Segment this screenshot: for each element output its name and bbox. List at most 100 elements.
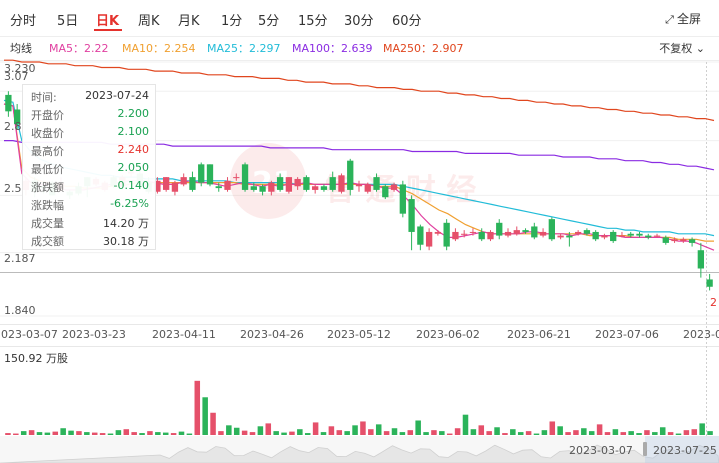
volume-bar — [107, 433, 114, 435]
candle — [706, 273, 713, 291]
tab-9[interactable]: 60分 — [392, 10, 422, 29]
volume-bar — [44, 432, 51, 435]
fullscreen-button[interactable]: ⤢ 全屏 — [665, 10, 701, 27]
tooltip-row: 成交量 14.20 万 — [31, 215, 149, 233]
volume-bar — [667, 432, 674, 435]
expand-icon: ⤢ — [665, 13, 674, 26]
candle — [610, 230, 617, 243]
volume-bar — [226, 425, 232, 435]
tooltip-value: 2023-07-24 — [85, 89, 149, 102]
volume-bar — [596, 424, 603, 435]
tab-7[interactable]: 15分 — [298, 10, 328, 29]
tab-0[interactable]: 分时 — [10, 10, 36, 29]
volume-bar — [13, 433, 19, 435]
candle — [382, 184, 389, 200]
tooltip-row: 涨跌额 -0.140 — [31, 179, 149, 197]
tooltip-key: 涨跌幅 — [31, 199, 64, 212]
tab-6[interactable]: 5分 — [258, 10, 279, 29]
price-tick-label: 2.8 — [4, 120, 22, 133]
volume-bar — [486, 431, 492, 435]
volume-bar — [691, 429, 698, 435]
volume-bar — [76, 431, 82, 435]
tooltip-row: 最低价 2.050 — [31, 161, 149, 179]
tab-1[interactable]: 5日 — [57, 10, 78, 29]
ma-legend-title: 均线 — [10, 42, 32, 55]
date-tick-label: 2023-05-12 — [327, 328, 391, 341]
tab-8[interactable]: 30分 — [344, 10, 374, 29]
volume-bar — [257, 426, 264, 435]
volume-bar — [52, 431, 59, 435]
volume-bar — [91, 432, 98, 435]
volume-bar — [675, 433, 682, 435]
volume-bar — [147, 431, 153, 435]
tooltip-row: 成交额 30.18 万 — [31, 233, 149, 251]
volume-bar — [699, 423, 705, 435]
adjust-dropdown[interactable]: 不复权 ⌄ — [659, 40, 705, 56]
candle — [601, 233, 608, 240]
volume-bar — [612, 429, 619, 435]
volume-bar — [478, 425, 485, 435]
tab-3[interactable]: 周K — [138, 10, 160, 29]
candle — [548, 217, 555, 242]
volume-bar — [241, 430, 248, 435]
tooltip-value: 2.100 — [117, 125, 150, 138]
tab-2[interactable]: 日K — [96, 10, 119, 29]
tooltip-key: 最高价 — [31, 145, 64, 158]
volume-bar — [233, 427, 240, 435]
ma-legend-item: MA5：2.22 — [49, 42, 109, 55]
candle — [5, 91, 12, 117]
date-tick-label: 2023-03-23 — [62, 328, 126, 341]
volume-bars — [5, 380, 713, 435]
volume-bar — [320, 432, 327, 435]
price-tick-label: 3.07 — [4, 70, 29, 83]
volume-bar — [170, 433, 177, 435]
ma-legend: 均线 MA5：2.22 MA10：2.254 MA25：2.297 MA100：2.6… — [0, 38, 719, 58]
candle — [408, 195, 415, 251]
tooltip-row: 开盘价 2.200 — [31, 107, 149, 125]
volume-bar — [383, 431, 390, 435]
volume-bar — [707, 431, 713, 435]
volume-bar — [415, 420, 421, 435]
volume-bar — [375, 424, 382, 435]
volume-bar — [312, 422, 319, 435]
ma-legend-item: MA250：2.907 — [383, 42, 464, 55]
volume-bar — [202, 397, 208, 435]
volume-bar — [644, 430, 650, 435]
tooltip-key: 涨跌额 — [31, 181, 64, 194]
volume-bar — [573, 430, 579, 435]
volume-bar — [533, 433, 540, 435]
candle — [504, 228, 512, 238]
tab-5[interactable]: 1分 — [221, 10, 242, 29]
volume-bar — [446, 433, 453, 435]
candle — [171, 180, 179, 196]
candle — [531, 222, 538, 240]
volume-bar — [218, 431, 224, 435]
volume-bar — [281, 432, 287, 435]
volume-bar — [123, 429, 130, 435]
tab-4[interactable]: 月K — [178, 10, 200, 29]
price-tick-label: 2.5 — [4, 182, 22, 195]
volume-bar — [194, 380, 201, 435]
candle — [189, 171, 196, 192]
date-tick-label: 2023-07-25 — [683, 328, 719, 341]
volume-bar — [360, 421, 366, 435]
volume-bar — [304, 433, 311, 435]
date-tick-label: 2023-04-11 — [152, 328, 216, 341]
volume-bar — [525, 431, 532, 435]
volume-bar — [28, 430, 35, 435]
volume-bar — [588, 431, 595, 435]
date-tick-label: 2023-03-07 — [0, 328, 58, 341]
volume-bar — [549, 421, 556, 435]
navigator-handle-left[interactable] — [643, 442, 647, 456]
tooltip-key: 成交量 — [31, 217, 64, 230]
chevron-down-icon: ⌄ — [695, 42, 705, 55]
volume-bar — [139, 433, 145, 435]
navigator-start-date: 2023-03-07 — [569, 444, 633, 457]
adjust-label: 不复权 — [659, 42, 693, 55]
volume-bar — [36, 432, 43, 435]
tooltip-value: 2.240 — [117, 143, 150, 156]
volume-bar — [628, 431, 634, 435]
volume-bar — [407, 430, 414, 435]
tooltip-row: 时间: 2023-07-24 — [31, 89, 149, 107]
volume-bar — [462, 414, 469, 435]
